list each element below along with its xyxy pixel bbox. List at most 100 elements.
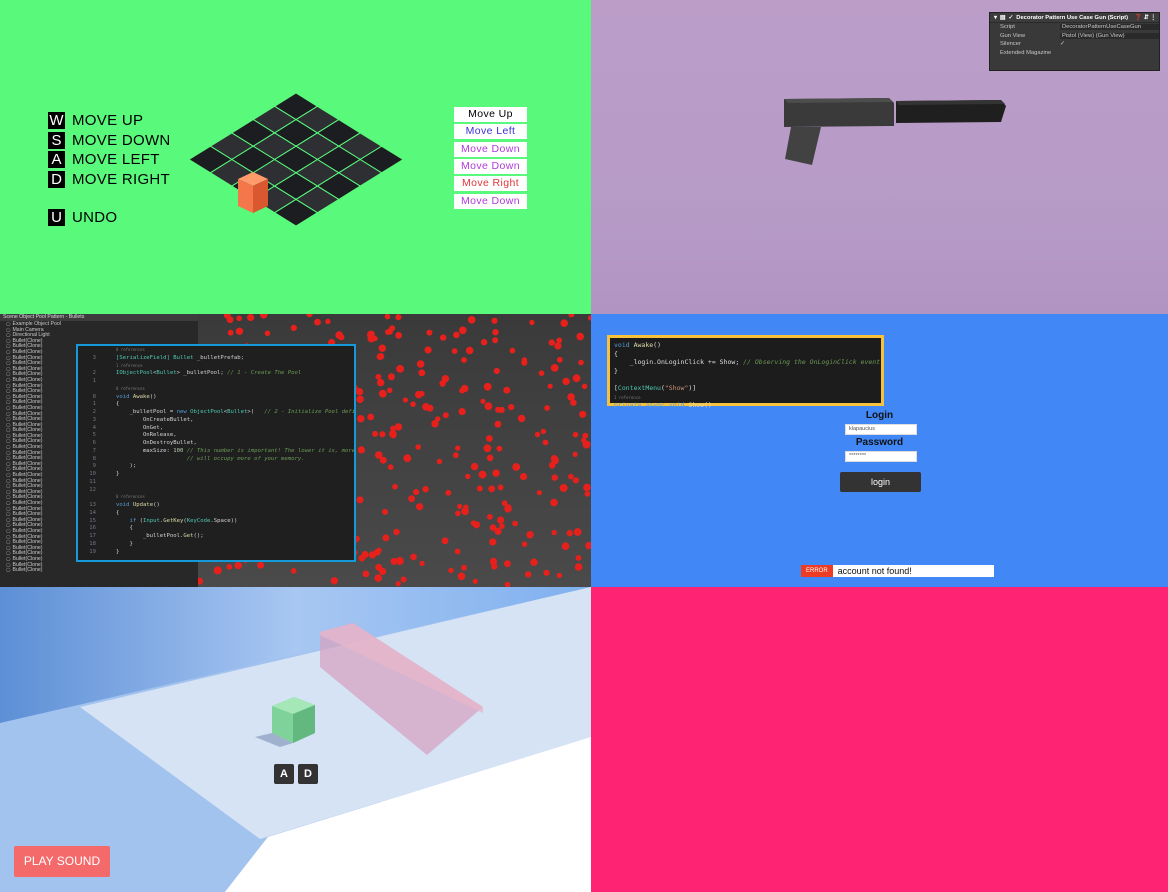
bullet-dot: [442, 412, 449, 419]
chevron-down-icon[interactable]: ▾: [994, 15, 997, 21]
bullet-dot: [497, 516, 505, 524]
code-line: 19}: [89, 548, 120, 555]
move-history-item: Move Down: [454, 141, 527, 157]
bullet-dot: [377, 378, 385, 387]
bullet-dot: [385, 329, 391, 335]
bullet-dot: [554, 342, 562, 350]
bullet-dot: [419, 560, 425, 566]
bullet-dot: [483, 382, 492, 391]
bullet-dot: [556, 337, 563, 344]
bullet-dot: [512, 520, 518, 527]
bullet-dot: [543, 569, 550, 576]
bullet-dot: [536, 490, 542, 496]
bullet-dot: [403, 454, 412, 463]
bullet-dot: [489, 557, 498, 565]
code-line: 2 _bulletPool = new ObjectPool<Bullet>( …: [92, 409, 356, 415]
bullet-dot: [572, 451, 578, 457]
code-line: {: [614, 349, 618, 358]
bullet-dot: [497, 484, 504, 491]
code-line: 0 references: [116, 385, 145, 391]
bullet-dot: [357, 446, 365, 454]
code-editor: 0 references 3 [SerializeField] Bullet _bu…: [76, 344, 356, 562]
enabled-checkbox[interactable]: ✓: [1008, 15, 1013, 21]
bullet-dot: [486, 454, 494, 462]
bullet-dot: [461, 564, 467, 571]
bullet-dot: [367, 330, 375, 339]
bullet-dot: [426, 329, 433, 336]
bullet-dot: [540, 428, 547, 435]
bullet-dot: [454, 548, 461, 555]
bullet-dot: [538, 370, 545, 376]
bullet-dot: [574, 563, 583, 571]
isometric-grid: [188, 92, 404, 227]
code-line: 7 maxSize: 100 // This number is importa…: [92, 447, 356, 454]
bullet-dot: [483, 444, 492, 453]
bullet-dot: [448, 567, 454, 574]
bullet-dot: [575, 555, 582, 561]
bullet-dot: [227, 329, 234, 336]
code-line: 16 {: [89, 525, 133, 532]
code-line: private async void Show(): [614, 401, 712, 410]
bullet-dot: [504, 560, 511, 568]
bullet-dot: [389, 431, 397, 439]
code-line: 3 OnCreateBullet,: [92, 416, 194, 423]
bullet-dot: [534, 431, 541, 438]
code-line: 6 OnDestroyBullet,: [92, 440, 197, 446]
login-button[interactable]: login: [840, 472, 921, 492]
bullet-dot: [306, 314, 313, 318]
bullet-dot: [455, 445, 461, 451]
bullet-dot: [441, 537, 449, 545]
bullet-dot: [408, 495, 415, 503]
bullet-dot: [579, 410, 587, 418]
hierarchy-item[interactable]: Bullet(Clone): [0, 567, 198, 573]
bullet-dot: [452, 452, 459, 459]
code-line: _login.OnLoginClick += Show; // Observin…: [614, 358, 881, 367]
bullet-dot: [457, 572, 466, 581]
bullet-dot: [236, 315, 242, 322]
bullet-dot: [361, 551, 369, 558]
field-label: Script: [1000, 24, 1015, 31]
bullet-dot: [395, 314, 402, 321]
bullet-dot: [476, 485, 483, 492]
bullet-dot: [495, 406, 502, 413]
bullet-dot: [465, 473, 471, 480]
bullet-dot: [387, 373, 395, 381]
field-label: Gun View: [1000, 32, 1026, 39]
bullet-dot: [461, 507, 469, 516]
bullet-dot: [561, 542, 570, 550]
bullet-dot: [375, 373, 382, 380]
password-field[interactable]: ********: [845, 451, 917, 462]
bullet-dot: [548, 339, 555, 346]
field-value[interactable]: Pistol (View) (Gun View): [1060, 32, 1159, 39]
bullet-dot: [551, 529, 557, 536]
runner-panel: AD PLAY SOUND: [0, 587, 591, 892]
bullet-dot: [567, 393, 575, 401]
settings-icons[interactable]: ❓ ⇵ ⋮: [1135, 15, 1156, 21]
username-field[interactable]: klapaucius: [845, 424, 917, 435]
bullet-dot: [395, 581, 401, 587]
bullet-dot: [257, 561, 265, 569]
inspector-row: Extended Magazine: [990, 49, 1159, 58]
bullet-dot: [402, 397, 408, 403]
bullet-dot: [493, 367, 500, 375]
bullet-dot: [573, 528, 582, 536]
bullet-dot: [584, 491, 591, 497]
code-line: 15 if (Input.GetKey(KeyCode.Space)): [89, 517, 238, 524]
bullet-dot: [435, 416, 441, 422]
code-snippet: void Awake(){ _login.OnLoginClick += Sho…: [607, 335, 884, 409]
bullet-dot: [566, 529, 573, 537]
code-line: 8 void Awake(): [92, 393, 157, 400]
field-value[interactable]: ✓: [1060, 41, 1159, 47]
field-value[interactable]: DecoratorPatternUseCaseGun: [1060, 24, 1159, 31]
bullet-dot: [234, 561, 242, 570]
bullet-dot: [424, 346, 432, 354]
bullet-dot: [362, 570, 370, 578]
inspector-header[interactable]: ▾ ▤ ✓ Decorator Pattern Use Case Gun (Sc…: [990, 13, 1159, 23]
bullet-dot: [509, 347, 516, 354]
bullet-dot: [492, 329, 499, 336]
play-sound-button[interactable]: PLAY SOUND: [14, 846, 110, 877]
bullet-dot: [551, 474, 558, 481]
bullet-dot: [550, 498, 558, 507]
code-line: 8 // will occupy more of your memory.: [92, 455, 305, 462]
bullet-dot: [395, 557, 404, 565]
